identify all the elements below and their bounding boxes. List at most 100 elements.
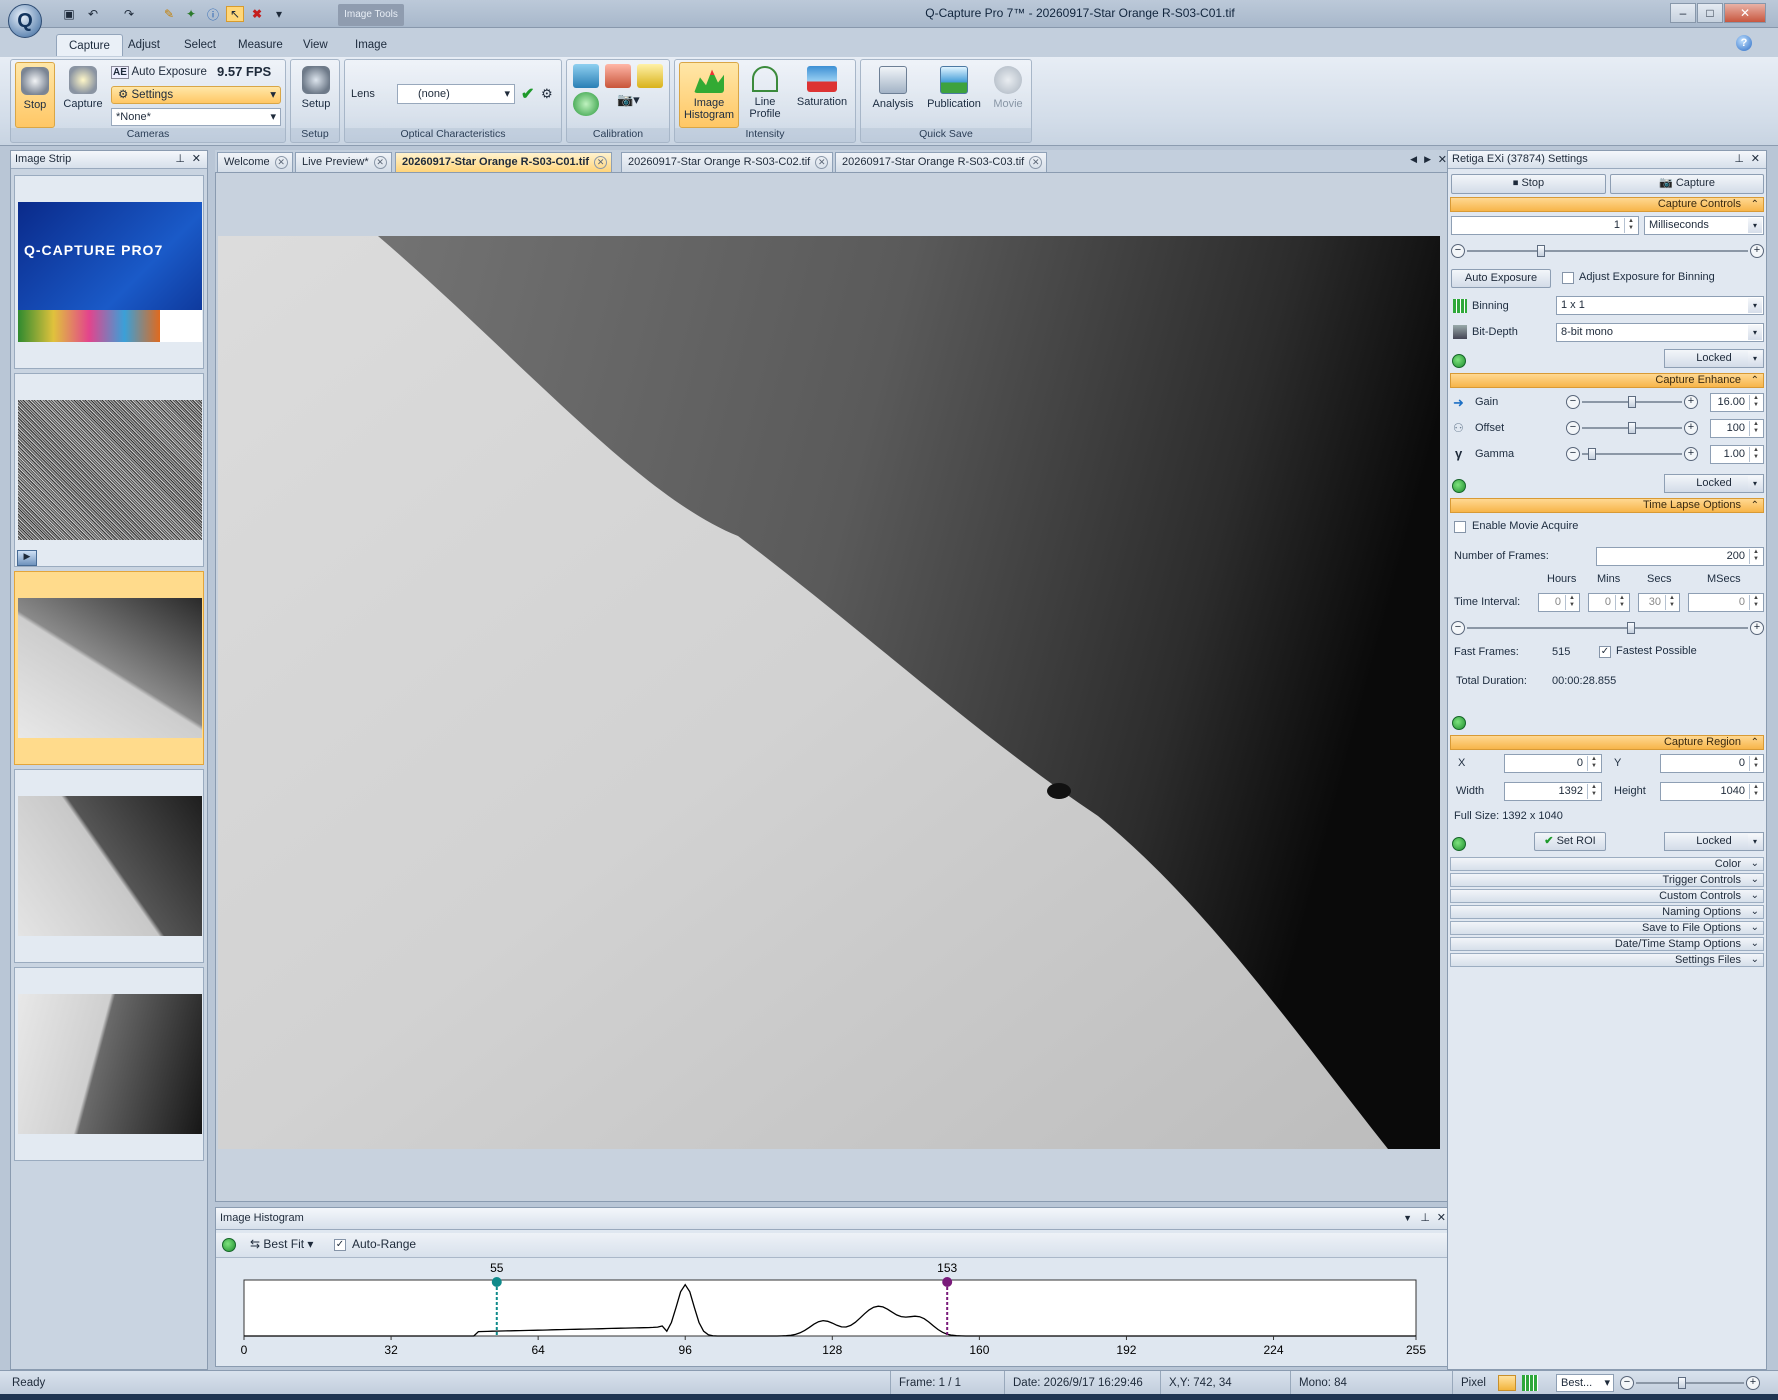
info-icon[interactable]: ⓘ [204,6,222,22]
stop-button[interactable]: Stop [15,62,55,128]
fastest-possible-checkbox[interactable]: ✓ [1599,646,1611,658]
tab-capture[interactable]: Capture [56,34,123,56]
save-to-file-section[interactable]: Save to File Options ⌄ [1450,921,1764,935]
tab-c03[interactable]: 20260917-Star Orange R-S03-C03.tif ✕ [835,152,1048,172]
white-balance-icon[interactable] [605,64,631,88]
x-input[interactable]: 0 ▲ ▼ [1504,754,1602,773]
adjust-binning-checkbox[interactable] [1562,272,1574,284]
tab-adjust[interactable]: Adjust [116,34,172,56]
spinner-icon[interactable]: ▲ ▼ [1749,395,1762,410]
capture-region-lock-select[interactable]: Locked ▾ [1664,832,1764,851]
plus-icon[interactable]: + [1684,395,1698,409]
save-icon[interactable]: ▣ [60,6,78,22]
msecs-input[interactable]: 0 ▲ ▼ [1688,593,1764,612]
close-tab-icon[interactable]: ✕ [594,156,608,169]
close-tab-icon[interactable]: ✕ [274,156,288,169]
pin-icon[interactable]: ⊥ [175,151,185,168]
lens-settings-icon[interactable]: ⚙ [541,86,553,102]
close-icon[interactable]: ✕ [1437,1208,1446,1229]
binning-select[interactable]: 1 x 1 ▾ [1556,296,1764,315]
analysis-button[interactable]: Analysis [865,66,921,110]
microscope-image[interactable] [218,236,1440,1149]
tab-c02[interactable]: 20260917-Star Orange R-S03-C02.tif ✕ [621,152,834,172]
y-input[interactable]: 0 ▲ ▼ [1660,754,1764,773]
slider-thumb[interactable] [1628,422,1636,434]
calibration-camera-icon[interactable] [573,64,599,88]
tab-live-preview[interactable]: Live Preview* ✕ [295,152,392,172]
date-time-stamp-section[interactable]: Date/Time Stamp Options ⌄ [1450,937,1764,951]
capture-region-header[interactable]: Capture Region ⌃ [1450,735,1764,750]
trigger-controls-section[interactable]: Trigger Controls ⌄ [1450,873,1764,887]
gain-slider[interactable]: − + [1566,395,1698,409]
pencil-icon[interactable]: ✎ [160,6,178,22]
minimize-button[interactable]: – [1670,3,1696,23]
tab-welcome[interactable]: Welcome ✕ [217,152,293,172]
customize-toolbar-icon[interactable]: ▾ [270,6,288,22]
minus-icon[interactable]: − [1451,244,1465,258]
high-marker-handle[interactable] [942,1277,953,1287]
tab-select[interactable]: Select [172,34,228,56]
plus-icon[interactable]: + [1746,1376,1760,1390]
bit-depth-select[interactable]: 8-bit mono ▾ [1556,323,1764,342]
apply-check-icon[interactable]: ✔ [521,84,534,104]
slider-thumb[interactable] [1537,245,1545,257]
spinner-icon[interactable]: ▲ ▼ [1749,447,1762,462]
tab-image[interactable]: Image [343,34,399,56]
publication-button[interactable]: Publication [921,66,987,110]
close-tab-icon[interactable]: ✕ [1029,156,1043,169]
close-tab-icon[interactable]: ✕ [373,156,387,169]
close-window-button[interactable]: ✕ [1724,3,1766,23]
plus-icon[interactable]: + [1750,621,1764,635]
minus-icon[interactable]: − [1451,621,1465,635]
custom-controls-section[interactable]: Custom Controls ⌄ [1450,889,1764,903]
settings-dropdown[interactable]: ⚙ Settings ▾ [111,86,281,104]
spinner-icon[interactable]: ▲ ▼ [1615,595,1628,610]
help-icon[interactable]: ? [1736,35,1752,51]
settings-stop-button[interactable]: ⏹ Stop [1451,174,1606,194]
auto-exposure-button[interactable]: Auto Exposure [1451,269,1551,288]
plus-icon[interactable]: + [1684,447,1698,461]
preset-select[interactable]: *None* ▾ [111,108,281,126]
tab-measure[interactable]: Measure [226,34,295,56]
number-of-frames-input[interactable]: 200 ▲ ▼ [1596,547,1764,566]
best-fit-dropdown[interactable]: ⇆ Best Fit ▾ [250,1237,313,1251]
tab-c01[interactable]: 20260917-Star Orange R-S03-C01.tif ✕ [395,152,613,172]
refresh-icon[interactable] [1452,354,1466,368]
spinner-icon[interactable]: ▲ ▼ [1749,756,1762,771]
close-tab-icon[interactable]: ✕ [815,156,829,169]
refresh-icon[interactable] [1452,716,1466,730]
time-lapse-header[interactable]: Time Lapse Options ⌃ [1450,498,1764,513]
slider-thumb[interactable] [1588,448,1596,460]
camera-options-icon[interactable]: 📷▾ [617,92,657,116]
histogram-chart[interactable]: 55 153 0 32 64 96 128 160 192 224 255 [216,1260,1450,1366]
capture-controls-header[interactable]: Capture Controls ⌃ [1450,197,1764,212]
thumbnail-c01[interactable] [14,571,204,765]
refresh-calibration-icon[interactable] [573,92,599,116]
application-menu-button[interactable]: Q [8,4,42,38]
naming-options-section[interactable]: Naming Options ⌄ [1450,905,1764,919]
maximize-button[interactable]: □ [1697,3,1723,23]
exposure-unit-select[interactable]: Milliseconds ▾ [1644,216,1764,235]
spinner-icon[interactable]: ▲ ▼ [1749,549,1762,564]
color-section[interactable]: Color ⌄ [1450,857,1764,871]
height-input[interactable]: 1040 ▲ ▼ [1660,782,1764,801]
gain-input[interactable]: 16.00 ▲ ▼ [1710,393,1764,412]
chevron-down-icon[interactable]: ▼ [1403,1208,1412,1229]
width-input[interactable]: 1392 ▲ ▼ [1504,782,1602,801]
minus-icon[interactable]: − [1566,447,1580,461]
refresh-histogram-icon[interactable] [222,1238,236,1252]
line-profile-button[interactable]: Line Profile [743,66,787,120]
set-roi-button[interactable]: ✔ Set ROI [1534,832,1606,851]
zoom-slider[interactable]: − + [1620,1376,1760,1390]
settings-capture-button[interactable]: 📷 Capture [1610,174,1764,194]
close-image-icon[interactable]: ✖ [248,6,266,22]
ruler-icon[interactable] [637,64,663,88]
mins-input[interactable]: 0 ▲ ▼ [1588,593,1630,612]
minus-icon[interactable]: − [1566,395,1580,409]
thumbnail-live-preview[interactable]: ▶ [14,373,204,567]
close-icon[interactable]: ✕ [1751,151,1760,168]
auto-exposure-button[interactable]: AE Auto Exposure [111,66,207,79]
gamma-slider[interactable]: − + [1566,447,1698,461]
thumbnail-splash[interactable]: Q-CAPTURE PRO7 [14,175,204,369]
setup-button[interactable]: Setup [294,66,338,110]
